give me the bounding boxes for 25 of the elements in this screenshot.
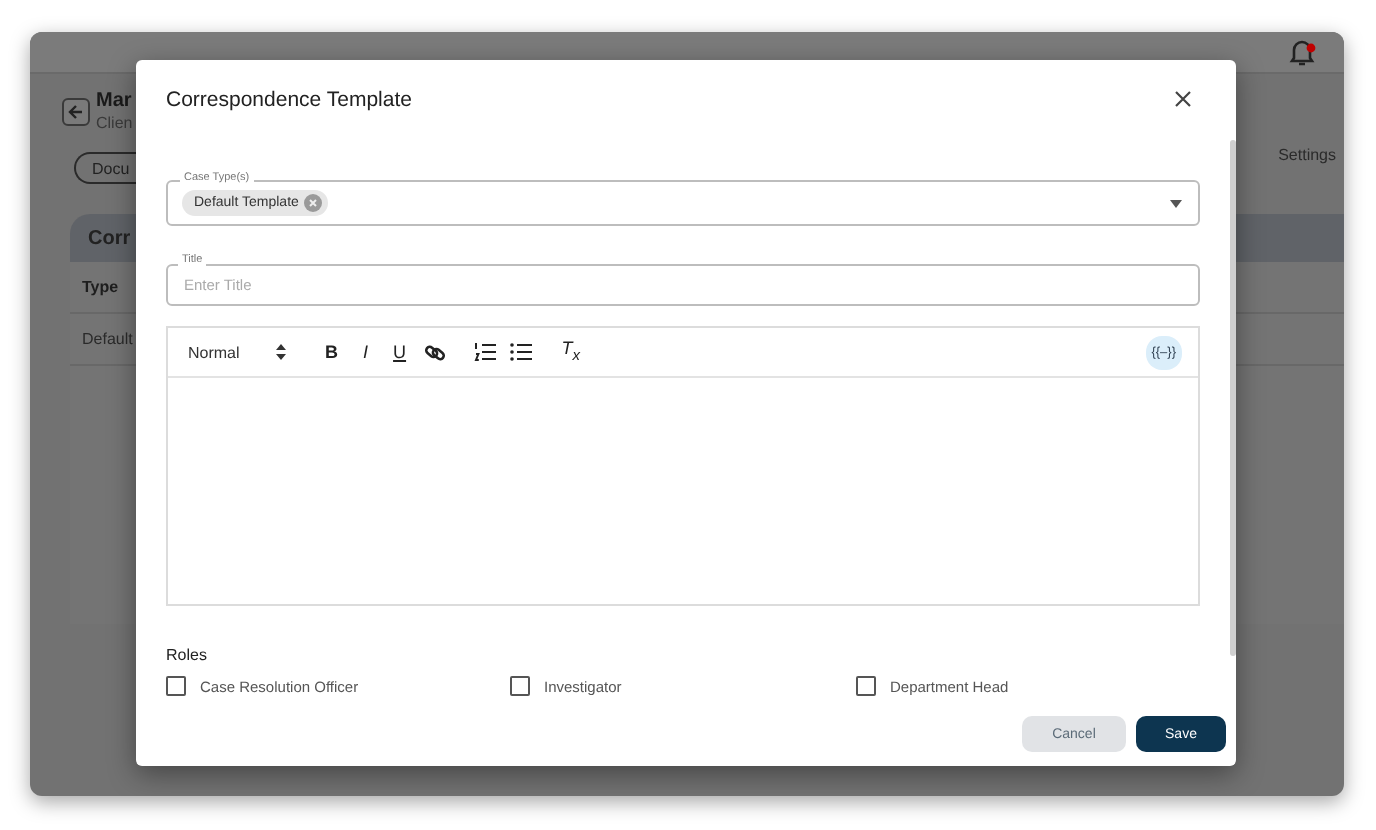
dropdown-caret-icon <box>1170 199 1182 207</box>
role-checkbox[interactable] <box>856 676 876 696</box>
roles-label: Roles <box>166 646 209 664</box>
numbered-list-icon[interactable] <box>473 342 496 362</box>
column-header: Type <box>82 278 119 296</box>
card-title: Corr <box>88 227 131 249</box>
role-checkbox[interactable] <box>510 676 530 696</box>
bell-icon[interactable] <box>1288 36 1316 68</box>
italic-button[interactable]: I <box>355 342 376 362</box>
modal-title: Correspondence Template <box>166 87 412 111</box>
scrollbar[interactable] <box>1230 140 1236 656</box>
page-subtitle: Clien <box>96 112 133 134</box>
underline-button[interactable]: U <box>389 342 410 362</box>
bullet-list-icon[interactable] <box>509 342 532 362</box>
role-checkbox[interactable] <box>166 676 186 696</box>
format-select[interactable]: Normal <box>188 343 286 361</box>
sort-arrows-icon <box>275 344 286 360</box>
close-button[interactable] <box>1170 86 1196 112</box>
table-cell: Default <box>82 330 133 348</box>
page-title: Mar <box>96 90 133 112</box>
clear-format-button[interactable]: T$_{x}$ <box>561 338 581 366</box>
bold-button[interactable]: B <box>321 342 342 362</box>
back-button[interactable] <box>62 98 90 126</box>
back-arrow-icon <box>68 104 84 120</box>
link-icon[interactable] <box>423 341 446 363</box>
